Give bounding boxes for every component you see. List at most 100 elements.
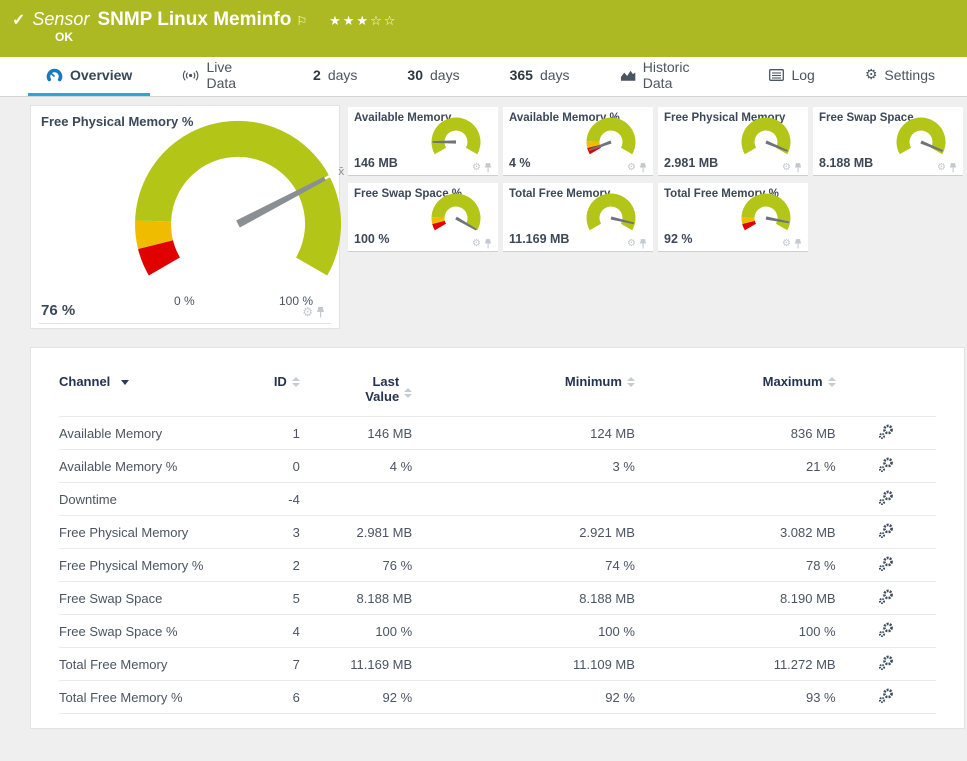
cell-channel[interactable]: Free Physical Memory: [59, 515, 225, 549]
cell-channel[interactable]: Free Swap Space %: [59, 614, 225, 648]
table-row[interactable]: Available Memory % 0 4 % 3 % 21 %: [59, 449, 936, 483]
table-row[interactable]: Free Physical Memory % 2 76 % 74 % 78 %: [59, 548, 936, 582]
tab-historic-data[interactable]: Historic Data: [602, 57, 738, 96]
table-row[interactable]: Total Free Memory 7 11.169 MB 11.109 MB …: [59, 647, 936, 681]
edit-channel-gears-icon[interactable]: [878, 655, 894, 671]
gauge-tiles: Available Memory 146 MB ⚙ Available Memo…: [348, 105, 965, 329]
tab-label: Overview: [70, 67, 133, 83]
pin-icon[interactable]: [639, 162, 647, 173]
gear-icon[interactable]: ⚙: [302, 305, 313, 319]
pin-icon[interactable]: [484, 162, 492, 173]
tile-free-swap-space[interactable]: Free Swap Space 8.188 MB ⚙: [813, 107, 963, 176]
gear-icon[interactable]: ⚙: [937, 162, 946, 173]
column-header-minimum[interactable]: Minimum: [412, 374, 635, 417]
edit-channel-gears-icon[interactable]: [878, 622, 894, 638]
cell-channel[interactable]: Free Swap Space: [59, 581, 225, 615]
edit-channel-gears-icon[interactable]: [878, 523, 894, 539]
cell-edit[interactable]: [835, 614, 936, 648]
cell-id: 2: [224, 548, 300, 582]
column-header-id[interactable]: ID: [225, 374, 300, 417]
tile-available-memory[interactable]: Available Memory 146 MB ⚙: [348, 107, 498, 176]
gear-icon[interactable]: ⚙: [472, 162, 481, 173]
pin-icon[interactable]: [794, 238, 802, 249]
pin-icon[interactable]: [794, 162, 802, 173]
cell-edit[interactable]: [835, 680, 936, 714]
gauge-chart: [741, 193, 791, 231]
gear-icon[interactable]: ⚙: [627, 238, 636, 249]
tile-free-swap-space-pct[interactable]: Free Swap Space % 100 % ⚙: [348, 183, 498, 252]
cell-channel[interactable]: Available Memory: [59, 416, 225, 450]
cell-minimum: 92 %: [412, 680, 635, 714]
cell-channel[interactable]: Total Free Memory %: [59, 680, 225, 714]
tab-overview[interactable]: Overview: [28, 57, 151, 96]
cell-channel[interactable]: Downtime: [59, 482, 225, 516]
tab-label: Live Data: [206, 59, 237, 91]
cell-channel[interactable]: Total Free Memory: [59, 647, 225, 681]
pin-icon[interactable]: [316, 306, 325, 318]
edit-channel-gears-icon[interactable]: [878, 457, 894, 473]
tab-log[interactable]: Log: [751, 57, 832, 96]
edit-channel-gears-icon[interactable]: [878, 556, 894, 572]
table-row[interactable]: Available Memory 1 146 MB 124 MB 836 MB: [59, 416, 936, 450]
cell-last-value: 2.981 MB: [299, 515, 413, 549]
table-row[interactable]: Free Swap Space 5 8.188 MB 8.188 MB 8.19…: [59, 581, 936, 615]
sort-icon: [626, 377, 635, 387]
priority-stars[interactable]: ★★★☆☆: [329, 14, 397, 29]
cell-maximum: 8.190 MB: [634, 581, 836, 615]
cell-edit[interactable]: [835, 515, 936, 549]
flag-icon[interactable]: ⚐: [296, 14, 307, 28]
cell-edit[interactable]: [835, 647, 936, 681]
tile-total-free-memory-pct[interactable]: Total Free Memory % 92 % ⚙: [658, 183, 808, 252]
cell-edit[interactable]: [835, 548, 936, 582]
cell-minimum: 74 %: [412, 548, 635, 582]
table-row[interactable]: Downtime -4: [59, 482, 936, 516]
gauge-min-label: 0 %: [174, 294, 195, 308]
cell-last-value: 146 MB: [299, 416, 413, 450]
tab-2-days[interactable]: 2 days: [295, 57, 375, 96]
gear-icon[interactable]: ⚙: [782, 162, 791, 173]
pin-icon[interactable]: [949, 162, 957, 173]
tab-number: 2: [313, 67, 321, 83]
cell-edit[interactable]: [835, 581, 936, 615]
cell-edit[interactable]: [835, 482, 936, 516]
primary-gauge-value: 76 %: [41, 302, 76, 319]
pin-icon[interactable]: [639, 238, 647, 249]
tile-available-memory-pct[interactable]: Available Memory % 4 % ⚙: [503, 107, 653, 176]
edit-channel-gears-icon[interactable]: [878, 424, 894, 440]
tab-settings[interactable]: ⚙ Settings: [847, 57, 953, 96]
pin-icon[interactable]: [484, 238, 492, 249]
table-row[interactable]: Free Swap Space % 4 100 % 100 % 100 %: [59, 614, 936, 648]
edit-channel-gears-icon[interactable]: [878, 490, 894, 506]
cell-id: 4: [224, 614, 300, 648]
edit-channel-gears-icon[interactable]: [878, 589, 894, 605]
column-header-last-value[interactable]: Last Value: [300, 374, 413, 417]
sort-icon: [291, 377, 300, 387]
tab-label: days: [327, 67, 358, 83]
edit-channel-gears-icon[interactable]: [878, 688, 894, 704]
gear-icon[interactable]: ⚙: [472, 238, 481, 249]
log-list-icon: [769, 69, 785, 81]
table-row[interactable]: Free Physical Memory 3 2.981 MB 2.921 MB…: [59, 515, 936, 549]
cell-minimum: 3 %: [412, 449, 635, 483]
tab-live-data[interactable]: Live Data: [164, 57, 281, 96]
cell-minimum: 11.109 MB: [412, 647, 635, 681]
cell-maximum: 78 %: [634, 548, 836, 582]
gear-icon[interactable]: ⚙: [627, 162, 636, 173]
cell-channel[interactable]: Available Memory %: [59, 449, 225, 483]
tab-365-days[interactable]: 365 days: [492, 57, 588, 96]
tile-total-free-memory[interactable]: Total Free Memory 11.169 MB ⚙: [503, 183, 653, 252]
cell-edit[interactable]: [835, 449, 936, 483]
gauge-chart: [431, 193, 481, 231]
gear-icon[interactable]: ⚙: [782, 238, 791, 249]
tile-free-physical-memory[interactable]: Free Physical Memory 2.981 MB ⚙: [658, 107, 808, 176]
cell-id: 6: [224, 680, 300, 714]
cell-channel[interactable]: Free Physical Memory %: [59, 548, 225, 582]
table-row[interactable]: Total Free Memory % 6 92 % 92 % 93 %: [59, 680, 936, 714]
table-header-row: Channel ID Last Value Minimum Maximum: [59, 374, 936, 417]
cell-minimum: 124 MB: [412, 416, 635, 450]
cell-minimum: 2.921 MB: [412, 515, 635, 549]
column-header-maximum[interactable]: Maximum: [635, 374, 836, 417]
tab-30-days[interactable]: 30 days: [389, 57, 477, 96]
cell-edit[interactable]: [835, 416, 936, 450]
column-header-channel[interactable]: Channel: [59, 374, 225, 417]
